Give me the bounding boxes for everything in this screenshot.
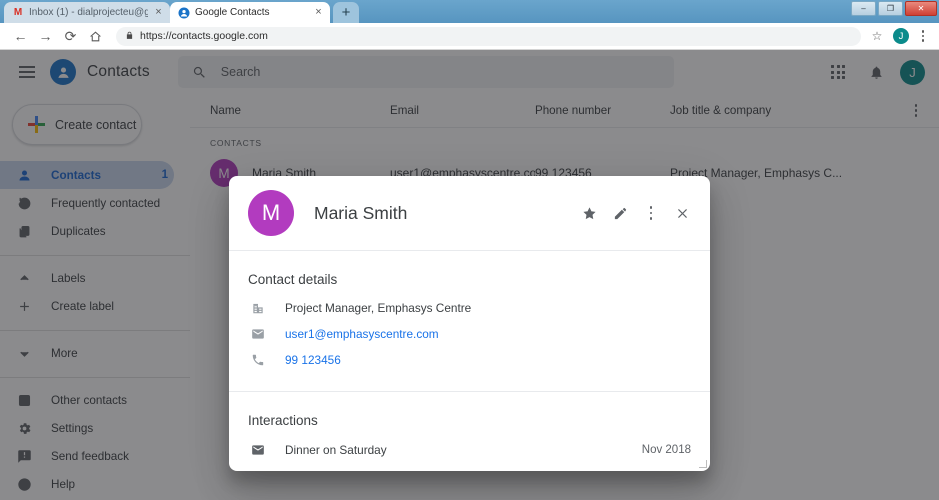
lock-icon: [125, 30, 134, 43]
window-minimize-button[interactable]: –: [851, 1, 876, 16]
browser-tab-contacts[interactable]: Google Contacts ×: [170, 2, 330, 23]
email-icon: [248, 443, 268, 457]
avatar: M: [248, 190, 294, 236]
address-bar-url: https://contacts.google.com: [140, 30, 268, 42]
phone-icon: [248, 353, 268, 367]
reload-icon[interactable]: ⟳: [58, 24, 83, 48]
tab-close-icon[interactable]: ×: [153, 7, 164, 18]
bookmark-star-icon[interactable]: ☆: [867, 26, 887, 46]
toolbar-right: ☆ J: [867, 26, 931, 46]
browser-tab-title: Inbox (1) - dialprojecteu@gmail...: [29, 7, 148, 18]
dialog-resize-handle[interactable]: [699, 460, 708, 469]
email-icon: [248, 327, 268, 341]
contacts-icon: [178, 7, 190, 19]
interaction-subject: Dinner on Saturday: [285, 443, 387, 457]
window-controls: – ❐ ✕: [851, 1, 937, 16]
interaction-date: Nov 2018: [641, 444, 691, 456]
browser-menu-icon[interactable]: [915, 26, 931, 46]
back-icon[interactable]: ←: [8, 24, 33, 48]
window-close-button[interactable]: ✕: [905, 1, 937, 16]
browser-profile-avatar[interactable]: J: [893, 28, 909, 44]
browser-tabstrip: M Inbox (1) - dialprojecteu@gmail... × G…: [0, 0, 939, 23]
address-bar[interactable]: https://contacts.google.com: [116, 26, 861, 46]
detail-phone-link[interactable]: 99 123456: [285, 353, 341, 367]
detail-email-link[interactable]: user1@emphasyscentre.com: [285, 327, 439, 341]
pencil-icon[interactable]: [610, 203, 630, 223]
detail-row-email: user1@emphasyscentre.com: [229, 321, 710, 347]
browser-window: M Inbox (1) - dialprojecteu@gmail... × G…: [0, 0, 939, 500]
contact-details-title: Contact details: [248, 272, 338, 287]
detail-row-phone: 99 123456: [229, 347, 710, 373]
interaction-row[interactable]: Dinner on Saturday Nov 2018: [229, 436, 710, 464]
tab-close-icon[interactable]: ×: [313, 7, 324, 18]
dialog-header: M Maria Smith: [229, 176, 710, 251]
browser-tab-title: Google Contacts: [195, 7, 270, 18]
browser-toolbar: ← → ⟳ https://contacts.google.com ☆ J: [0, 23, 939, 50]
dialog-contact-name: Maria Smith: [314, 202, 408, 223]
more-vertical-icon[interactable]: [641, 203, 661, 223]
home-icon[interactable]: [83, 24, 108, 48]
new-tab-button[interactable]: +: [333, 2, 359, 23]
dialog-actions: [579, 203, 692, 223]
star-icon[interactable]: [579, 203, 599, 223]
contacts-app: Contacts Search J: [0, 50, 939, 500]
gmail-icon: M: [13, 7, 23, 18]
contact-preview-dialog: M Maria Smith Contact details Project Ma…: [229, 176, 710, 471]
detail-row-job: Project Manager, Emphasys Centre: [229, 295, 710, 321]
interactions-title: Interactions: [248, 413, 318, 428]
window-maximize-button[interactable]: ❐: [878, 1, 903, 16]
browser-tab-gmail[interactable]: M Inbox (1) - dialprojecteu@gmail... ×: [4, 2, 170, 23]
forward-icon[interactable]: →: [33, 24, 58, 48]
close-icon[interactable]: [672, 203, 692, 223]
detail-job-title: Project Manager, Emphasys Centre: [285, 301, 472, 315]
company-icon: [248, 301, 268, 315]
